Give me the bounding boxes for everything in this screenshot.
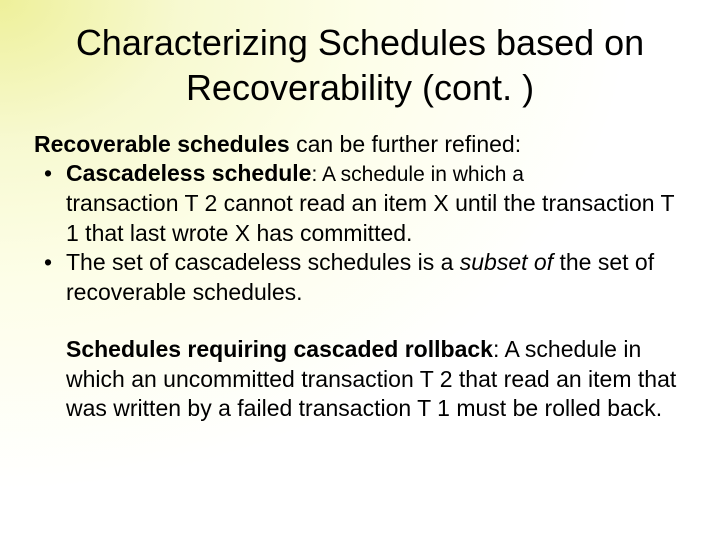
bullet-2: The set of cascadeless schedules is a su… — [34, 248, 686, 307]
bullet1-term: Cascadeless schedule — [66, 160, 311, 186]
bullet-list: Cascadeless schedule: A schedule in whic… — [34, 159, 686, 189]
bullet2-a: The set of cascadeless schedules is a — [66, 249, 460, 275]
slide-title: Characterizing Schedules based on Recove… — [34, 20, 686, 110]
para2-term: Schedules requiring cascaded rollback — [66, 336, 493, 362]
bullet-list-2: The set of cascadeless schedules is a su… — [34, 248, 686, 307]
paragraph-2: Schedules requiring cascaded rollback: A… — [34, 335, 686, 423]
intro-rest: can be further refined: — [290, 131, 521, 157]
intro-bold: Recoverable schedules — [34, 131, 290, 157]
bullet-1: Cascadeless schedule: A schedule in whic… — [34, 159, 686, 189]
bullet1-colon: : — [311, 163, 322, 186]
intro-line: Recoverable schedules can be further ref… — [34, 130, 686, 159]
bullet1-def-small: A schedule in which a — [322, 163, 524, 186]
bullet2-italic: subset of — [460, 249, 560, 275]
bullet1-continuation: transaction T 2 cannot read an item X un… — [34, 189, 686, 248]
slide-body: Recoverable schedules can be further ref… — [34, 130, 686, 423]
slide: Characterizing Schedules based on Recove… — [0, 0, 720, 540]
